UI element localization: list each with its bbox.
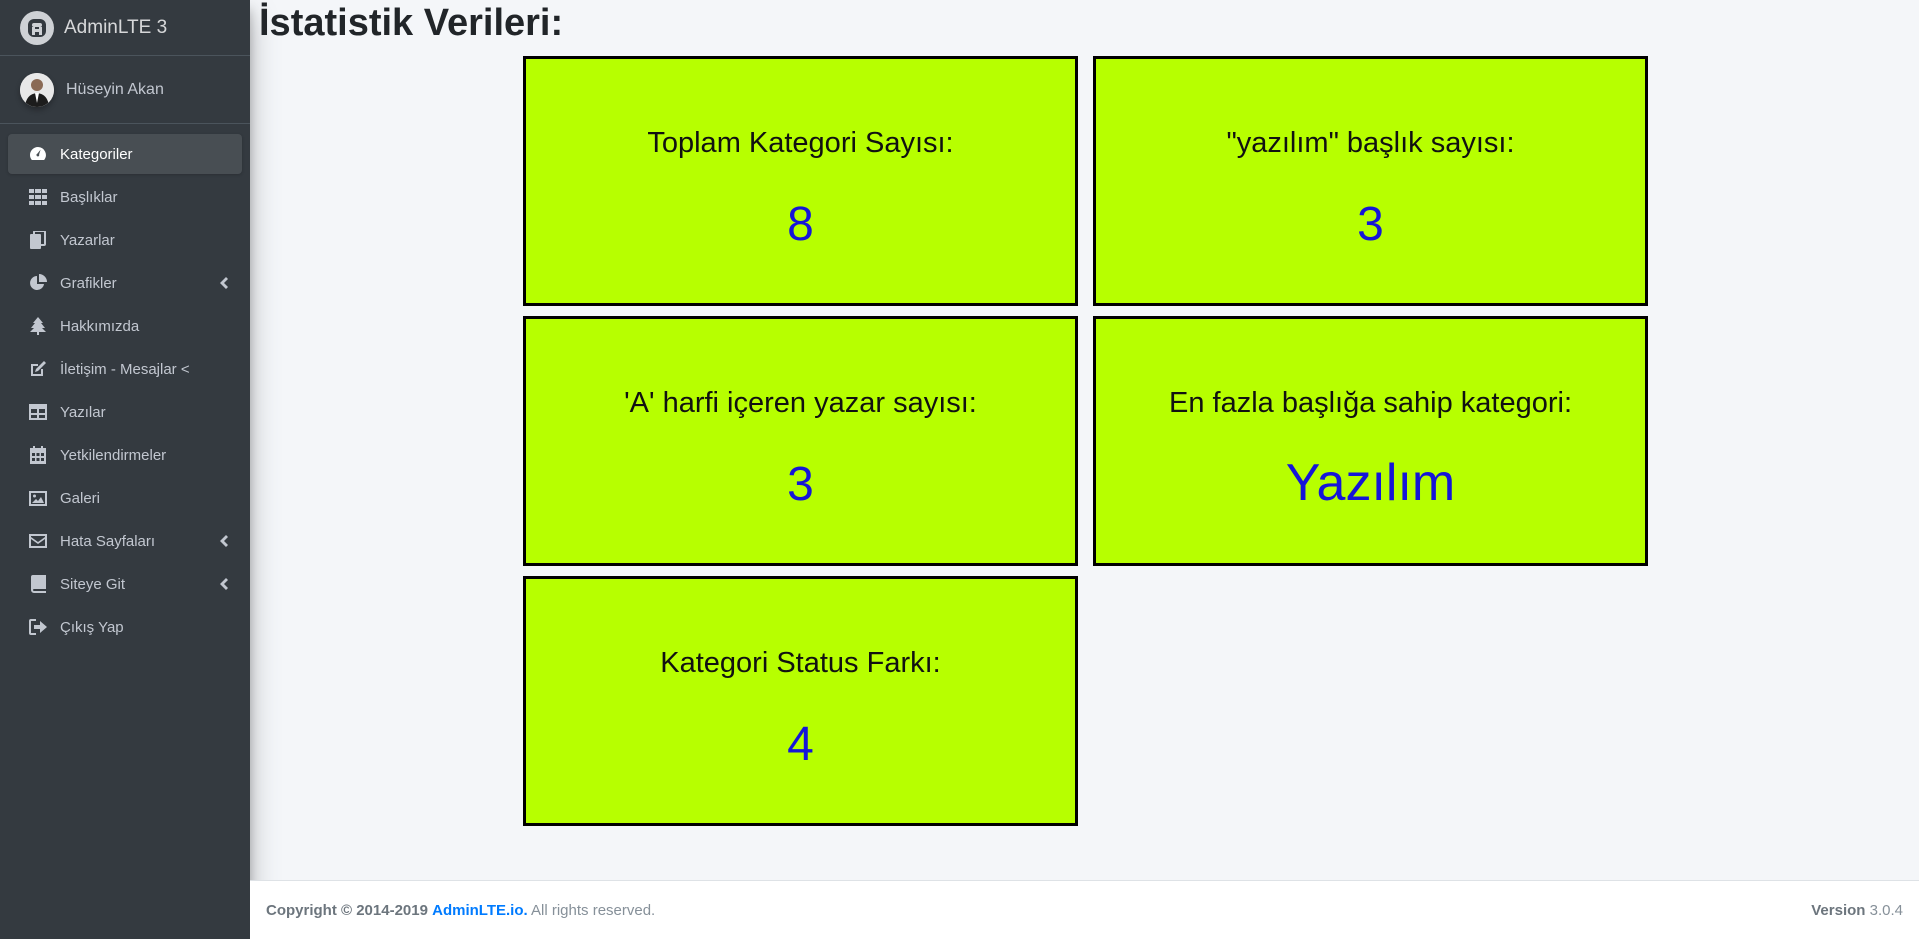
edit-icon [28,360,48,378]
copyright-text: Copyright © 2014-2019 [266,901,428,919]
stat-card-yazilim-title-count: "yazılım" başlık sayısı: 3 [1093,56,1648,306]
stat-card-category-status-diff: Kategori Status Farkı: 4 [523,576,1078,826]
sidebar-item-hata-sayfalari[interactable]: Hata Sayfaları [8,521,242,561]
sidebar-item-cikis-yap[interactable]: Çıkış Yap [8,607,242,647]
user-panel[interactable]: Hüseyin Akan [0,56,250,124]
stat-card-value: 4 [787,718,814,771]
tree-icon [28,317,48,335]
copy-icon [28,231,48,249]
main-footer: Copyright © 2014-2019 AdminLTE.io. All r… [250,880,1919,939]
sidebar-item-label: Hakkımızda [60,317,140,335]
sidebar-nav: Kategoriler Başlıklar Yazarlar Grafikler… [0,124,250,647]
stat-card-top-category: En fazla başlığa sahip kategori: Yazılım [1093,316,1648,566]
grid-icon [28,188,48,206]
chevron-left-icon [220,534,228,551]
sidebar-item-label: Çıkış Yap [60,618,124,636]
rights-text: All rights reserved. [531,901,656,919]
calendar-icon [28,446,48,464]
sidebar-item-yazarlar[interactable]: Yazarlar [8,220,242,260]
stat-card-category-count: Toplam Kategori Sayısı: 8 [523,56,1078,306]
sidebar-item-galeri[interactable]: Galeri [8,478,242,518]
stat-card-label: "yazılım" başlık sayısı: [1226,127,1515,159]
adminlte-link[interactable]: AdminLTE.io. [432,902,528,919]
stat-card-value: Yazılım [1285,454,1456,512]
sidebar-item-hakkimizda[interactable]: Hakkımızda [8,306,242,346]
brand-link[interactable]: AdminLTE 3 [0,0,250,56]
stat-card-value: 3 [1357,198,1384,251]
user-name: Hüseyin Akan [66,80,164,98]
main-sidebar: AdminLTE 3 Hüseyin Akan Kategoriler Başl… [0,0,250,939]
sidebar-item-label: Siteye Git [60,575,126,593]
envelope-icon [28,532,48,550]
chevron-left-icon [220,577,228,594]
stat-card-value: 3 [787,458,814,511]
sidebar-item-label: Başlıklar [60,188,118,206]
page-title: İstatistik Verileri: [259,2,564,44]
tachometer-icon [28,145,48,163]
stat-card-label: En fazla başlığa sahip kategori: [1168,387,1573,419]
sidebar-item-yetkilendirmeler[interactable]: Yetkilendirmeler [8,435,242,475]
version-number: 3.0.4 [1869,901,1903,919]
version-info: Version 3.0.4 [1811,902,1903,919]
version-label: Version [1811,901,1866,919]
content-wrapper: İstatistik Verileri: Toplam Kategori Say… [250,0,1919,880]
sidebar-item-kategoriler[interactable]: Kategoriler [8,134,242,174]
sidebar-item-label: Kategoriler [60,145,133,163]
sidebar-item-label: Yetkilendirmeler [60,446,167,464]
sidebar-item-label: Hata Sayfaları [60,532,156,550]
sidebar-item-siteye-git[interactable]: Siteye Git [8,564,242,604]
sidebar-item-label: Yazarlar [60,231,115,249]
sidebar-item-label: Galeri [60,489,101,507]
stat-card-label: Kategori Status Farkı: [660,647,941,679]
brand-text: AdminLTE 3 [64,16,168,38]
sidebar-item-label: Yazılar [60,403,106,421]
sidebar-item-yazilar[interactable]: Yazılar [8,392,242,432]
stat-card-label: 'A' harfi içeren yazar sayısı: [624,387,977,419]
sidebar-item-label: Grafikler [60,274,117,292]
stat-card-value: 8 [787,198,814,251]
sidebar-item-grafikler[interactable]: Grafikler [8,263,242,303]
copyright: Copyright © 2014-2019 AdminLTE.io. All r… [266,902,655,919]
book-icon [28,575,48,593]
sidebar-item-label: İletişim - Mesajlar < [60,360,190,378]
pie-chart-icon [28,274,48,292]
stat-card-label: Toplam Kategori Sayısı: [647,127,954,159]
sidebar-item-basliklar[interactable]: Başlıklar [8,177,242,217]
avatar [20,72,54,107]
chevron-left-icon [220,276,228,293]
sign-out-icon [28,618,48,636]
table-icon [28,403,48,421]
image-icon [28,489,48,507]
stat-card-author-a-count: 'A' harfi içeren yazar sayısı: 3 [523,316,1078,566]
sidebar-item-iletisim[interactable]: İletişim - Mesajlar < [8,349,242,389]
adminlte-logo-icon [20,10,54,45]
